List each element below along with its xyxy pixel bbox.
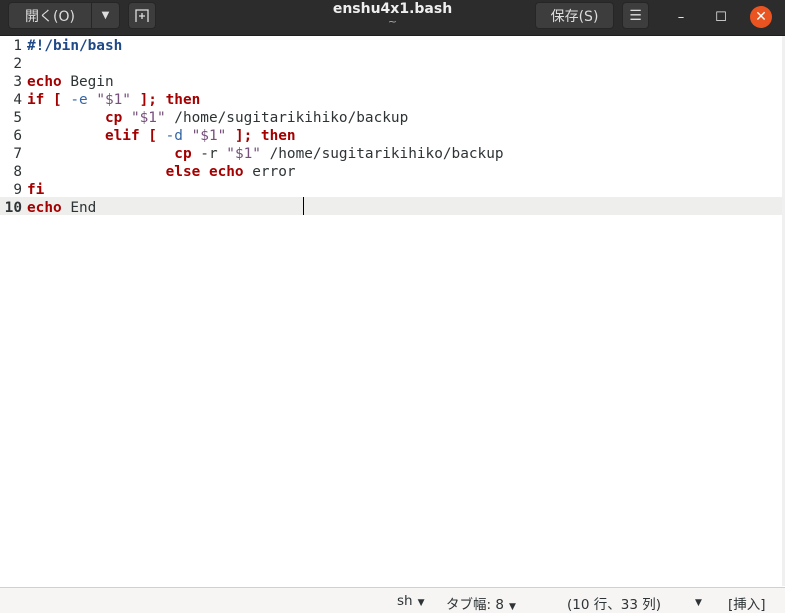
cursor-position[interactable]: (10 行、33 列)	[567, 593, 661, 613]
tab-width-selector[interactable]: タブ幅: 8 ▼	[446, 593, 516, 613]
code-line[interactable]: 5 cp "$1" /home/sugitarikihiko/backup	[0, 109, 504, 127]
code-line[interactable]: 1 #!/bin/bash	[0, 37, 504, 55]
text-cursor	[303, 197, 304, 215]
code-token: /home/sugitarikihiko/backup	[260, 146, 504, 162]
line-number: 10	[4, 200, 22, 216]
code-token: if [	[27, 92, 62, 108]
line-number: 9	[13, 182, 22, 198]
code-token: echo	[27, 200, 62, 216]
code-line[interactable]: 6 elif [ -d "$1" ]; then	[0, 127, 504, 145]
code-token: cp	[174, 146, 192, 162]
code-line[interactable]: 7 cp -r "$1" /home/sugitarikihiko/backup	[0, 145, 504, 163]
line-number: 2	[13, 56, 22, 72]
code-token: "$1"	[130, 110, 166, 126]
code-token: elif [	[104, 128, 157, 144]
code-token: echo	[27, 74, 62, 90]
save-button[interactable]: 保存(S)	[535, 2, 614, 29]
close-icon: ✕	[755, 9, 767, 25]
text-editor[interactable]: 1 #!/bin/bash 2 3 echo Begin 4 if [ -e "$1" ];…	[0, 36, 785, 586]
line-number: 5	[13, 110, 22, 126]
code-token: ]; then	[226, 128, 296, 144]
code-token: Begin	[61, 74, 114, 90]
line-number: 3	[13, 74, 22, 90]
line-number: 7	[13, 146, 22, 162]
insert-mode[interactable]: [挿入]	[728, 593, 766, 613]
code-token: else echo	[165, 164, 244, 180]
code-line[interactable]: 2	[0, 55, 504, 73]
code-token: "$1"	[96, 92, 131, 108]
chevron-down-icon: ▼	[417, 598, 425, 608]
code-token: fi	[27, 182, 45, 198]
line-number: 6	[13, 128, 22, 144]
code-line[interactable]: 10 echo End	[0, 199, 504, 217]
code-token: error	[243, 164, 296, 180]
code-token: -r	[191, 146, 227, 162]
title-bar: 開く(O) ▼ enshu4x1.bash ~ 保存(S) ☰ – ☐ ✕	[0, 0, 785, 36]
code-token: "$1"	[226, 146, 261, 162]
line-number: 4	[13, 92, 22, 108]
chevron-down-icon: ▼	[695, 598, 702, 608]
hamburger-icon: ☰	[629, 7, 642, 24]
position-dropdown[interactable]: ▼	[690, 593, 702, 609]
code-token: End	[61, 200, 97, 216]
status-bar: sh ▼ タブ幅: 8 ▼ (10 行、33 列) ▼ [挿入]	[0, 587, 785, 613]
code-line[interactable]: 9 fi	[0, 181, 504, 199]
code-token: #!/bin/bash	[27, 38, 123, 54]
minimize-button[interactable]: –	[670, 6, 692, 28]
chevron-down-icon: ▼	[508, 602, 516, 612]
code-token: ]; then	[130, 92, 201, 108]
menu-button[interactable]: ☰	[622, 2, 649, 29]
maximize-button[interactable]: ☐	[710, 6, 732, 28]
line-number: 1	[13, 38, 22, 54]
line-number: 8	[13, 164, 22, 180]
language-selector[interactable]: sh ▼	[397, 593, 425, 609]
code-token: /home/sugitarikihiko/backup	[165, 110, 409, 126]
code-line[interactable]: 4 if [ -e "$1" ]; then	[0, 91, 504, 109]
code-line[interactable]: 8 else echo error	[0, 163, 504, 181]
code-token: -d	[156, 128, 192, 144]
window-subtitle: ~	[387, 15, 398, 28]
close-button[interactable]: ✕	[750, 6, 772, 28]
code-line[interactable]: 3 echo Begin	[0, 73, 504, 91]
code-token: cp	[104, 110, 123, 126]
code-token: -e	[61, 92, 97, 108]
code-token: "$1"	[191, 128, 227, 144]
code-lines: 1 #!/bin/bash 2 3 echo Begin 4 if [ -e "$1" ];…	[0, 37, 504, 217]
